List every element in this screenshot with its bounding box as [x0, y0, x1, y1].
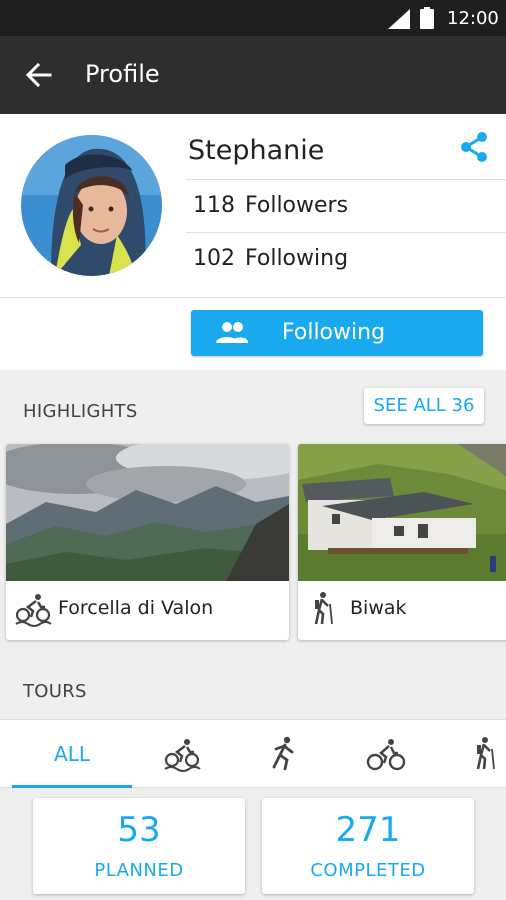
- tab-road-bike[interactable]: [344, 720, 428, 788]
- highlight-photo: [298, 444, 506, 581]
- battery-icon: [420, 7, 434, 29]
- running-icon: [272, 736, 294, 771]
- highlights-heading: HIGHLIGHTS: [23, 401, 138, 422]
- completed-count: 271: [335, 810, 401, 850]
- app-bar: Profile: [0, 36, 506, 114]
- divider: [186, 179, 506, 180]
- planned-count: 53: [117, 810, 161, 850]
- profile-header: Stephanie 118 Followers 102 Following Foll…: [0, 114, 506, 370]
- people-icon: [216, 322, 249, 343]
- hiking-icon: [476, 737, 495, 770]
- followers-label: Followers: [245, 193, 349, 218]
- planned-card[interactable]: 53 PLANNED: [33, 798, 245, 894]
- status-bar: 12:00: [0, 0, 506, 36]
- followers-count: 118: [193, 193, 235, 218]
- hiking-icon: [314, 592, 333, 625]
- tab-all-label: ALL: [54, 742, 90, 766]
- following-label: Following: [245, 246, 349, 271]
- tab-mountain-bike[interactable]: [140, 720, 224, 788]
- signal-icon: [388, 9, 410, 29]
- see-all-button[interactable]: SEE ALL 36: [364, 388, 484, 424]
- planned-label: PLANNED: [94, 860, 184, 881]
- completed-card[interactable]: 271 COMPLETED: [262, 798, 474, 894]
- highlight-photo: [6, 444, 289, 581]
- divider: [0, 297, 506, 298]
- highlight-title: Biwak: [350, 597, 407, 619]
- status-time: 12:00: [447, 8, 499, 29]
- following-button[interactable]: Following: [191, 310, 483, 356]
- following-row[interactable]: 102 Following: [193, 246, 348, 271]
- following-count: 102: [193, 246, 235, 271]
- highlight-card[interactable]: Forcella di Valon: [6, 444, 289, 640]
- profile-name: Stephanie: [188, 135, 325, 166]
- following-button-label: Following: [282, 320, 386, 345]
- divider: [186, 232, 506, 233]
- completed-label: COMPLETED: [310, 860, 426, 881]
- tours-tab-bar: ALL: [0, 719, 506, 788]
- highlight-card[interactable]: Biwak: [298, 444, 506, 640]
- tab-running[interactable]: [242, 720, 326, 788]
- tab-hiking[interactable]: [446, 720, 506, 788]
- tours-heading: TOURS: [23, 681, 87, 702]
- page-title: Profile: [85, 60, 160, 88]
- share-icon[interactable]: [457, 130, 491, 164]
- tab-all[interactable]: ALL: [12, 720, 132, 788]
- arrow-back-icon[interactable]: [22, 58, 56, 92]
- mountain-bike-icon: [15, 594, 52, 627]
- avatar[interactable]: [21, 135, 162, 276]
- road-bike-icon: [366, 739, 406, 771]
- highlight-title: Forcella di Valon: [58, 597, 214, 619]
- mountain-bike-icon: [164, 739, 201, 772]
- followers-row[interactable]: 118 Followers: [193, 193, 348, 218]
- tab-underline: [12, 785, 132, 788]
